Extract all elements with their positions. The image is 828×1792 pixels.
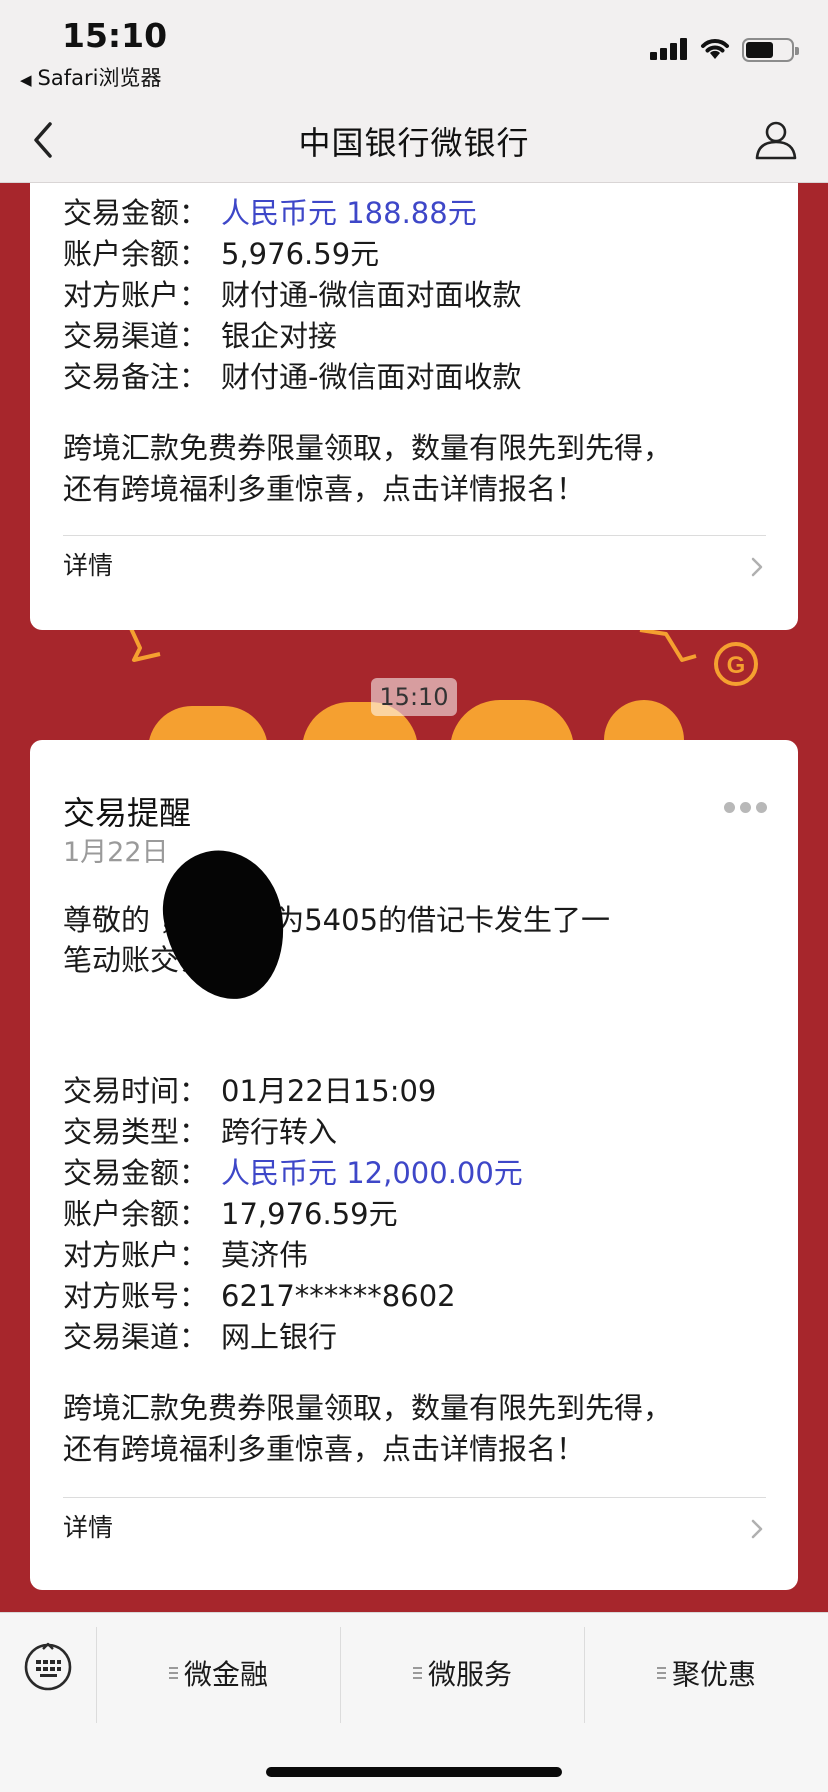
field-value: 01月22日15:09 bbox=[221, 1074, 437, 1108]
field-amount: 交易金额： 人民币元 188.88元 bbox=[63, 190, 477, 230]
cellular-signal-icon bbox=[650, 38, 688, 60]
field-value: 跨行转入 bbox=[221, 1115, 338, 1149]
field-value: 人民币元 188.88元 bbox=[221, 196, 477, 230]
detail-link[interactable]: 详情 bbox=[63, 544, 766, 588]
menu-item-offers[interactable]: 聚优惠 bbox=[585, 1627, 828, 1723]
menu-lines-icon bbox=[168, 1667, 178, 1679]
field-label: 账户余额： bbox=[63, 237, 209, 271]
keyboard-icon[interactable] bbox=[22, 1641, 74, 1693]
promo-line: 跨境汇款免费券限量领取，数量有限先到先得， bbox=[63, 1391, 673, 1425]
field-value: 网上银行 bbox=[221, 1320, 338, 1354]
top-bar: 15:10 ◀ Safari浏览器 中国银行微银行 bbox=[0, 0, 828, 183]
chevron-right-icon bbox=[751, 1519, 763, 1539]
transaction-message-card: 交易提醒 1月22日 尊敬的 ，您尾号为5405的借记卡发生了一 笔动账交易 交… bbox=[30, 740, 798, 1590]
field-label: 交易备注： bbox=[63, 360, 209, 394]
field-label: 对方账户： bbox=[63, 278, 209, 312]
field-value: 5,976.59元 bbox=[221, 237, 380, 271]
menu-lines-icon bbox=[656, 1667, 666, 1679]
redaction-scribble bbox=[155, 842, 293, 1008]
field-amount: 交易金额： 人民币元 12,000.00元 bbox=[63, 1150, 523, 1190]
field-label: 交易类型： bbox=[63, 1115, 209, 1149]
promo-line: 跨境汇款免费券限量领取，数量有限先到先得， bbox=[63, 431, 673, 465]
user-icon[interactable] bbox=[754, 118, 798, 162]
home-indicator[interactable] bbox=[266, 1767, 562, 1777]
card-date: 1月22日 bbox=[63, 837, 169, 868]
message-timestamp: 15:10 bbox=[371, 678, 457, 716]
promo-line: 还有跨境福利多重惊喜，点击详情报名！ bbox=[63, 1432, 586, 1466]
wifi-icon bbox=[701, 39, 729, 59]
field-label: 交易渠道： bbox=[63, 319, 209, 353]
transaction-message-card: 交易金额： 人民币元 188.88元 账户余额： 5,976.59元 对方账户： 财付… bbox=[30, 160, 798, 630]
promo-text: 跨境汇款免费券限量领取，数量有限先到先得， 还有跨境福利多重惊喜，点击详情报名！ bbox=[63, 428, 763, 510]
detail-label: 详情 bbox=[63, 1513, 114, 1542]
menu-item-services[interactable]: 微服务 bbox=[341, 1627, 584, 1723]
menu-item-finance[interactable]: 微金融 bbox=[97, 1627, 340, 1723]
menu-item-label: 聚优惠 bbox=[671, 1658, 756, 1691]
field-value: 银企对接 bbox=[221, 319, 338, 353]
field-counterparty: 对方账户： 财付通-微信面对面收款 bbox=[63, 272, 522, 312]
field-value: 财付通-微信面对面收款 bbox=[221, 278, 522, 312]
field-channel: 交易渠道： 银企对接 bbox=[63, 313, 338, 353]
field-label: 交易金额： bbox=[63, 1156, 209, 1190]
field-remark: 交易备注： 财付通-微信面对面收款 bbox=[63, 354, 522, 394]
field-channel: 交易渠道： 网上银行 bbox=[63, 1314, 338, 1354]
page-title: 中国银行微银行 bbox=[298, 124, 530, 162]
field-balance: 账户余额： 5,976.59元 bbox=[63, 231, 380, 271]
more-dots-icon[interactable] bbox=[724, 802, 768, 814]
field-counterparty-account: 对方账号： 6217******8602 bbox=[63, 1273, 456, 1313]
field-value: 人民币元 12,000.00元 bbox=[221, 1156, 523, 1190]
coin-g-icon: G bbox=[714, 642, 758, 686]
field-value: 莫济伟 bbox=[221, 1238, 309, 1272]
detail-label: 详情 bbox=[63, 551, 114, 580]
back-to-app-link[interactable]: ◀ Safari浏览器 bbox=[20, 62, 161, 92]
menu-item-label: 微金融 bbox=[183, 1658, 268, 1691]
menu-lines-icon bbox=[412, 1667, 422, 1679]
field-time: 交易时间： 01月22日15:09 bbox=[63, 1068, 437, 1108]
field-label: 交易金额： bbox=[63, 196, 209, 230]
field-label: 对方账号： bbox=[63, 1279, 209, 1313]
detail-link[interactable]: 详情 bbox=[63, 1506, 766, 1550]
back-app-label: Safari浏览器 bbox=[37, 66, 162, 90]
divider bbox=[63, 535, 766, 536]
chevron-right-icon bbox=[751, 557, 763, 577]
promo-text: 跨境汇款免费券限量领取，数量有限先到先得， 还有跨境福利多重惊喜，点击详情报名！ bbox=[63, 1388, 763, 1470]
field-label: 交易时间： bbox=[63, 1074, 209, 1108]
battery-icon bbox=[742, 38, 799, 62]
field-type: 交易类型： 跨行转入 bbox=[63, 1109, 338, 1149]
field-value: 6217******8602 bbox=[221, 1279, 456, 1313]
field-counterparty: 对方账户： 莫济伟 bbox=[63, 1232, 309, 1272]
menu-item-label: 微服务 bbox=[427, 1658, 512, 1691]
field-balance: 账户余额： 17,976.59元 bbox=[63, 1191, 398, 1231]
svg-text:G: G bbox=[727, 652, 746, 679]
back-triangle-icon: ◀ bbox=[20, 71, 32, 89]
card-title: 交易提醒 bbox=[63, 794, 192, 832]
field-label: 交易渠道： bbox=[63, 1320, 209, 1354]
field-label: 账户余额： bbox=[63, 1197, 209, 1231]
greeting-line: 笔动账交易 bbox=[63, 943, 209, 977]
status-time: 15:10 bbox=[62, 16, 168, 55]
promo-line: 还有跨境福利多重惊喜，点击详情报名！ bbox=[63, 472, 586, 506]
field-label: 对方账户： bbox=[63, 1238, 209, 1272]
field-value: 17,976.59元 bbox=[221, 1197, 398, 1231]
divider bbox=[63, 1497, 766, 1498]
bottom-menu-bar: 微金融 微服务 聚优惠 bbox=[0, 1612, 828, 1792]
field-value: 财付通-微信面对面收款 bbox=[221, 360, 522, 394]
